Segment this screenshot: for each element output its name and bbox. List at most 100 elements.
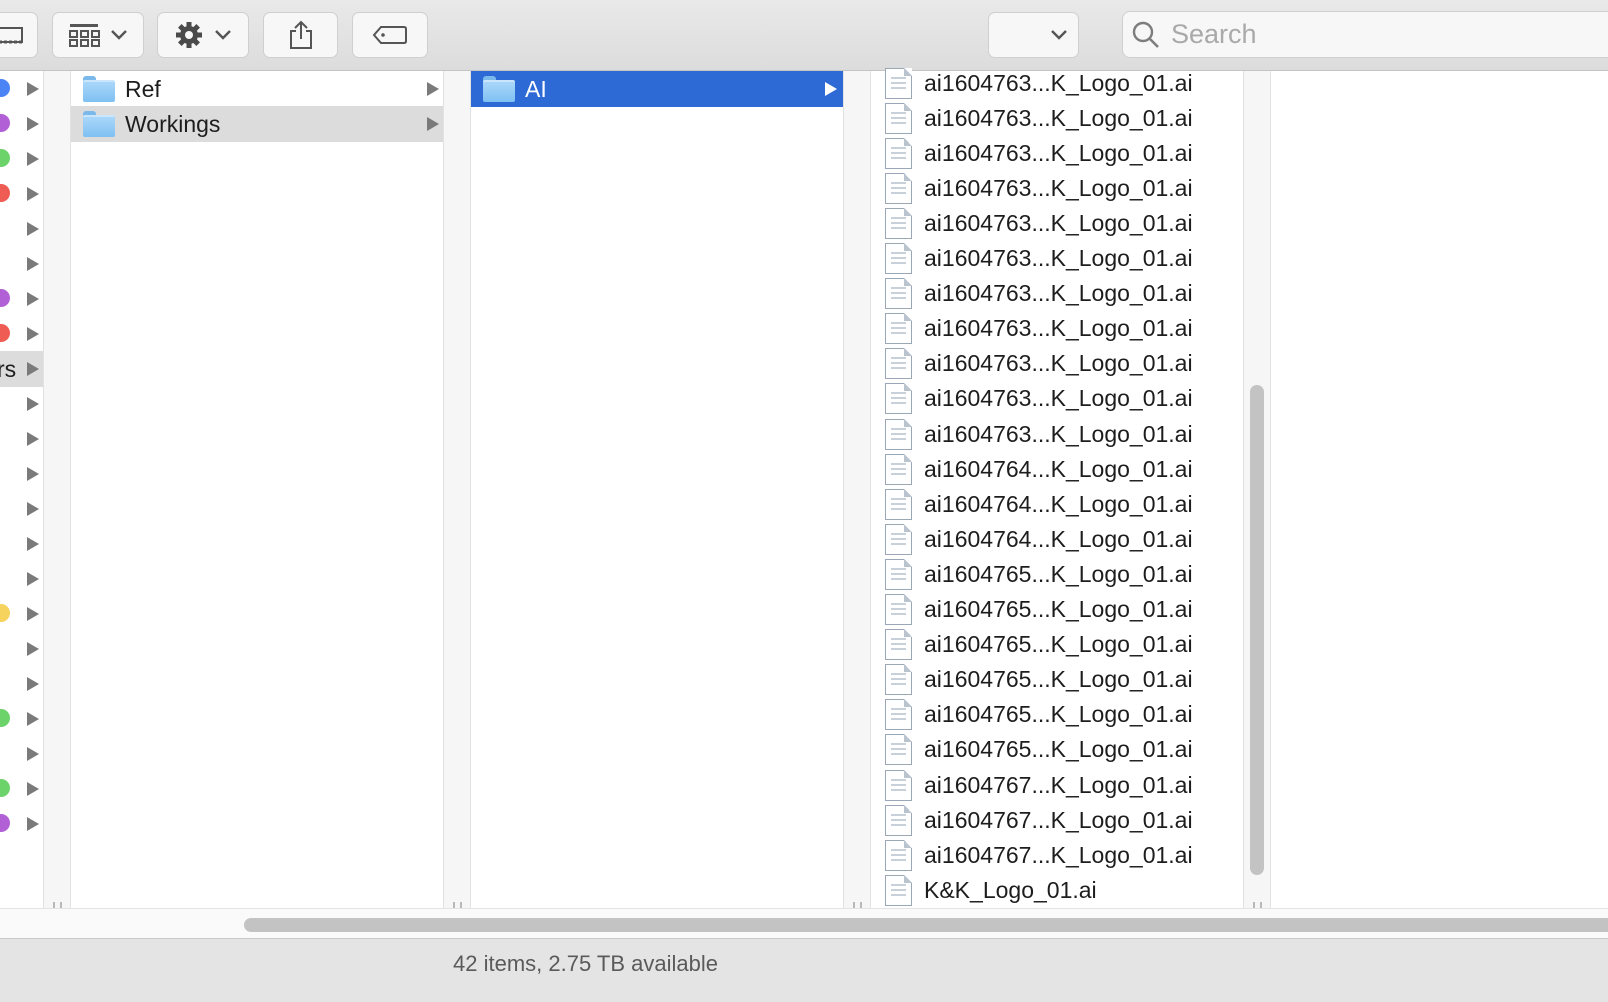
- illustrator-file-icon: [884, 383, 914, 415]
- illustrator-file-icon: [884, 699, 914, 731]
- file-row[interactable]: ai1604763...K_Logo_01.ai: [871, 416, 1244, 452]
- group-by-button[interactable]: [52, 12, 144, 58]
- toolbar: Search: [0, 0, 1608, 71]
- tags-row[interactable]: [0, 456, 44, 492]
- file-row[interactable]: ai1604763...K_Logo_01.ai: [871, 346, 1244, 382]
- disclosure-arrow-icon: [27, 432, 39, 446]
- file-row[interactable]: ai1604763...K_Logo_01.ai: [871, 381, 1244, 417]
- horizontal-scrollbar[interactable]: [244, 918, 1608, 932]
- file-row[interactable]: ai1604767...K_Logo_01.ai: [871, 767, 1244, 803]
- disclosure-arrow-icon: [27, 257, 39, 271]
- file-row[interactable]: K&K_Logo_01.ai: [871, 872, 1244, 908]
- action-menu-button[interactable]: [157, 12, 249, 58]
- status-bar: 42 items, 2.75 TB available: [0, 938, 1608, 1002]
- folder-row-workings[interactable]: Workings: [71, 106, 444, 142]
- tags-row[interactable]: [0, 246, 44, 282]
- tags-row[interactable]: [0, 806, 44, 842]
- folder-row-ref[interactable]: Ref: [71, 71, 444, 107]
- file-row[interactable]: ai1604765...K_Logo_01.ai: [871, 697, 1244, 733]
- file-label: ai1604765...K_Logo_01.ai: [924, 560, 1193, 587]
- file-row[interactable]: ai1604763...K_Logo_01.ai: [871, 311, 1244, 347]
- tags-row[interactable]: [0, 176, 44, 212]
- tags-row[interactable]: [0, 526, 44, 562]
- tag-color-dot: [0, 114, 10, 132]
- tag-color-dot: [0, 814, 10, 832]
- search-field[interactable]: Search: [1122, 11, 1608, 58]
- file-row[interactable]: ai1604767...K_Logo_01.ai: [871, 802, 1244, 838]
- file-label: ai1604767...K_Logo_01.ai: [924, 841, 1193, 868]
- file-label: ai1604765...K_Logo_01.ai: [924, 596, 1193, 622]
- view-mode-button[interactable]: [0, 12, 38, 58]
- tags-row[interactable]: [0, 106, 44, 142]
- folder-icon: [83, 76, 115, 102]
- tag-button[interactable]: [352, 12, 428, 58]
- disclosure-arrow-icon: [27, 677, 39, 691]
- tags-row[interactable]: [0, 316, 44, 352]
- disclosure-arrow-icon: [27, 292, 39, 306]
- vertical-scrollbar[interactable]: [1250, 385, 1264, 875]
- disclosure-arrow-icon: [825, 82, 837, 96]
- file-row[interactable]: ai1604763...K_Logo_01.ai: [871, 170, 1244, 206]
- illustrator-file-icon: [884, 137, 914, 169]
- chevron-down-icon: [1051, 30, 1067, 40]
- illustrator-file-icon: [884, 488, 914, 520]
- file-label: ai1604767...K_Logo_01.ai: [924, 771, 1193, 798]
- disclosure-arrow-icon: [27, 117, 39, 131]
- file-label: K&K_Logo_01.ai: [924, 876, 1097, 903]
- tags-row[interactable]: [0, 491, 44, 527]
- file-row[interactable]: ai1604763...K_Logo_01.ai: [871, 135, 1244, 171]
- disclosure-arrow-icon: [27, 712, 39, 726]
- tags-row[interactable]: [0, 701, 44, 737]
- tag-color-dot: [0, 149, 10, 167]
- tags-row[interactable]: [0, 421, 44, 457]
- file-row[interactable]: ai1604763...K_Logo_01.ai: [871, 205, 1244, 241]
- tags-row[interactable]: [0, 596, 44, 632]
- tags-row[interactable]: [0, 281, 44, 317]
- gear-icon: [176, 22, 202, 48]
- file-label: ai1604763...K_Logo_01.ai: [924, 69, 1193, 96]
- disclosure-arrow-icon: [27, 607, 39, 621]
- file-row[interactable]: ai1604765...K_Logo_01.ai: [871, 556, 1244, 592]
- column-resize-handle[interactable]: [443, 71, 471, 932]
- file-row[interactable]: ai1604764...K_Logo_01.ai: [871, 486, 1244, 522]
- illustrator-file-icon: [884, 523, 914, 555]
- file-row[interactable]: ai1604767...K_Logo_01.ai: [871, 837, 1244, 873]
- column-resize-handle[interactable]: [43, 71, 71, 932]
- disclosure-arrow-icon: [27, 362, 39, 376]
- file-row[interactable]: ai1604764...K_Logo_01.ai: [871, 521, 1244, 557]
- file-row[interactable]: ai1604763...K_Logo_01.ai: [871, 276, 1244, 312]
- disclosure-arrow-icon: [27, 782, 39, 796]
- tag-color-dot: [0, 184, 10, 202]
- file-row[interactable]: ai1604763...K_Logo_01.ai: [871, 241, 1244, 277]
- tags-row[interactable]: [0, 71, 44, 107]
- tags-row[interactable]: rs: [0, 351, 44, 387]
- file-row[interactable]: ai1604765...K_Logo_01.ai: [871, 627, 1244, 663]
- tags-row[interactable]: [0, 386, 44, 422]
- disclosure-arrow-icon: [27, 187, 39, 201]
- illustrator-file-icon: [884, 874, 914, 906]
- tags-row[interactable]: [0, 141, 44, 177]
- tags-row[interactable]: [0, 211, 44, 247]
- share-button[interactable]: [263, 12, 338, 58]
- file-label: ai1604767...K_Logo_01.ai: [924, 806, 1193, 833]
- file-row[interactable]: ai1604765...K_Logo_01.ai: [871, 732, 1244, 768]
- file-label: ai1604763...K_Logo_01.ai: [924, 209, 1193, 236]
- file-row[interactable]: ai1604763...K_Logo_01.ai: [871, 100, 1244, 136]
- tags-row[interactable]: [0, 561, 44, 597]
- file-row[interactable]: ai1604764...K_Logo_01.ai: [871, 451, 1244, 487]
- folder-row-ai[interactable]: AI: [471, 71, 844, 107]
- tags-row[interactable]: [0, 771, 44, 807]
- disclosure-arrow-icon: [27, 572, 39, 586]
- file-row[interactable]: ai1604765...K_Logo_01.ai: [871, 662, 1244, 698]
- file-label: ai1604763...K_Logo_01.ai: [924, 245, 1193, 271]
- tags-row[interactable]: [0, 666, 44, 702]
- search-icon: [1132, 21, 1159, 48]
- disclosure-arrow-icon: [27, 467, 39, 481]
- column-resize-handle[interactable]: [843, 71, 871, 932]
- file-row[interactable]: ai1604763...K_Logo_01.ai: [871, 65, 1244, 101]
- file-row[interactable]: ai1604765...K_Logo_01.ai: [871, 592, 1244, 628]
- tags-row[interactable]: [0, 631, 44, 667]
- tags-row[interactable]: [0, 736, 44, 772]
- sort-dropdown[interactable]: [988, 12, 1079, 58]
- chevron-down-icon: [111, 30, 127, 40]
